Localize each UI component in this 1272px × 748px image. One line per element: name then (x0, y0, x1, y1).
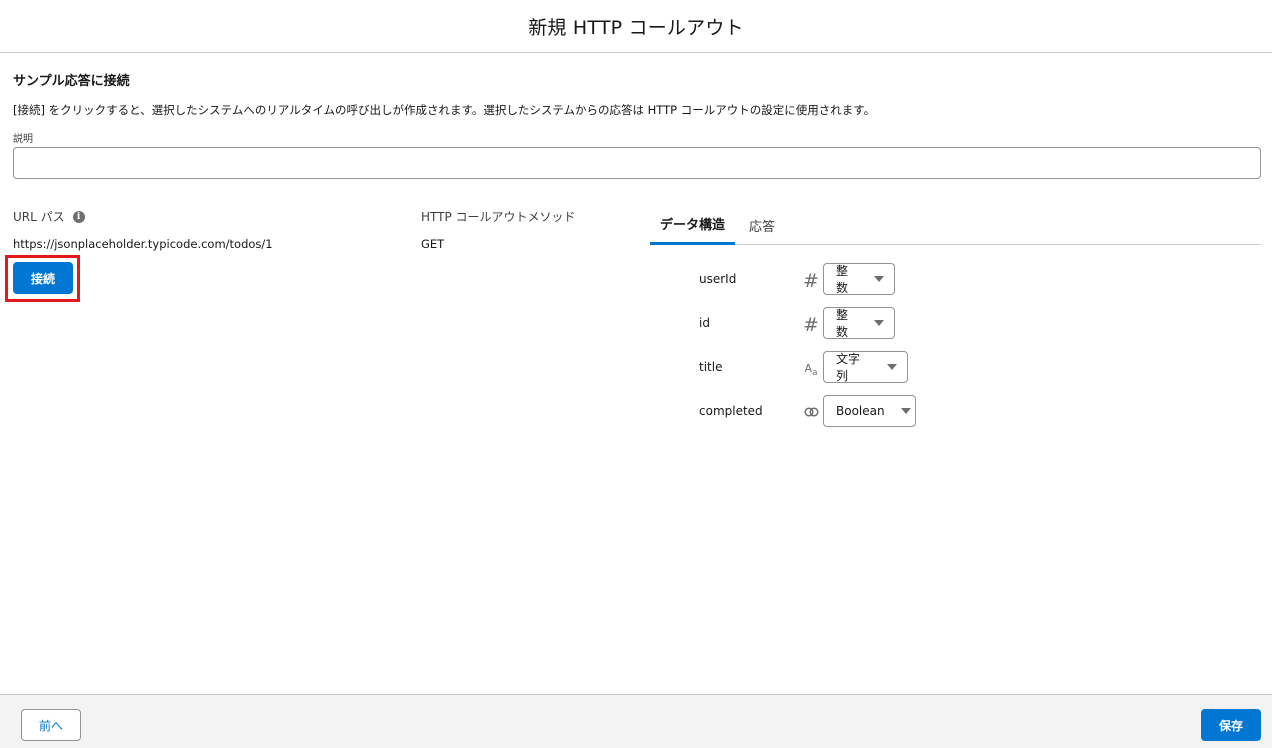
section-description: [接続] をクリックすると、選択したシステムへのリアルタイムの呼び出しが作成され… (13, 103, 876, 117)
tab-response[interactable]: 応答 (749, 205, 775, 245)
field-type-value: Boolean (836, 404, 885, 418)
field-type-value: 整数 (836, 308, 849, 339)
http-method-label: HTTP コールアウトメソッド (421, 210, 576, 224)
url-path-label-group: URL パス i (13, 208, 85, 225)
modal-header: 新規 HTTP コールアウト (0, 0, 1272, 53)
field-type-value: 文字列 (836, 352, 861, 383)
back-button[interactable]: 前へ (21, 709, 81, 741)
description-input[interactable] (13, 147, 1261, 179)
url-path-label: URL パス (13, 210, 65, 224)
boolean-icon (803, 406, 819, 418)
field-name-title: title (699, 360, 723, 374)
chevron-down-icon (874, 276, 884, 282)
field-name-id: id (699, 316, 710, 330)
save-button[interactable]: 保存 (1201, 709, 1261, 741)
modal-title: 新規 HTTP コールアウト (528, 16, 744, 39)
field-name-completed: completed (699, 404, 763, 418)
field-type-select-userid[interactable]: 整数 (823, 263, 895, 295)
modal-footer: 前へ 保存 (0, 694, 1272, 748)
number-icon: # (803, 270, 819, 292)
structure-tabs: データ構造 応答 (650, 205, 1261, 245)
tab-data-structure[interactable]: データ構造 (650, 205, 736, 245)
description-field-label: 説明 (13, 134, 33, 145)
url-path-value: https://jsonplaceholder.typicode.com/tod… (13, 237, 273, 251)
section-title: サンプル応答に接続 (13, 74, 130, 89)
field-type-select-title[interactable]: 文字列 (823, 351, 908, 383)
chevron-down-icon (887, 364, 897, 370)
number-icon: # (803, 314, 819, 336)
field-name-userid: userId (699, 272, 737, 286)
text-icon: Aa (804, 362, 818, 379)
connect-button[interactable]: 接続 (13, 262, 73, 294)
chevron-down-icon (900, 408, 911, 414)
field-type-select-id[interactable]: 整数 (823, 307, 895, 339)
http-method-value: GET (421, 237, 445, 251)
field-type-select-completed[interactable]: Boolean (823, 395, 916, 427)
info-icon[interactable]: i (72, 210, 85, 223)
field-type-value: 整数 (836, 264, 849, 295)
chevron-down-icon (874, 320, 884, 326)
